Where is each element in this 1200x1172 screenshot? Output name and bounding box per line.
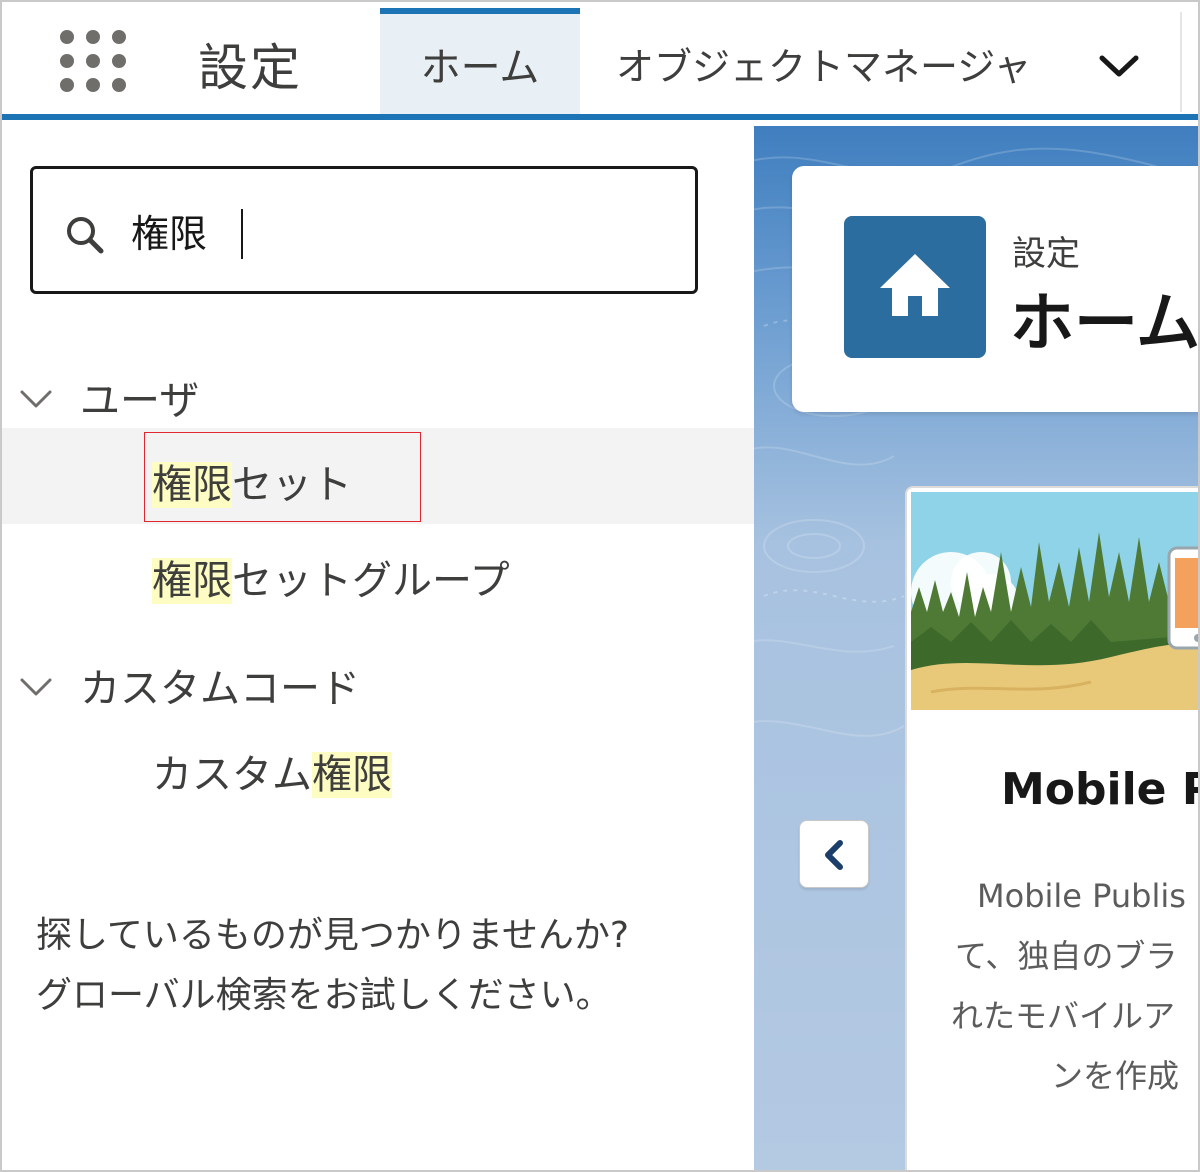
forest-illustration (911, 492, 1198, 710)
nav-item-label-rest: セットグループ (232, 558, 510, 604)
nav-item-label: カスタム権限 (152, 742, 392, 800)
promo-line: Mobile Publis (977, 877, 1186, 915)
nav-item-custom-permissions[interactable]: カスタム権限 (2, 718, 754, 814)
section-custom-code[interactable]: カスタムコード (2, 648, 754, 718)
page-header-card: 設定 ホーム (792, 166, 1200, 412)
promo-description: Mobile Publis て、独自のブラ れたモバイルア ンを作成 (951, 866, 1198, 1106)
tab-home[interactable]: ホーム (380, 8, 580, 114)
section-users-label: ユーザ (80, 378, 200, 424)
promo-line: て、独自のブラ (955, 937, 1178, 975)
chevron-down-icon (20, 678, 52, 696)
app-title: 設定 (198, 39, 302, 97)
no-results-help: 探しているものが見つかりませんか? グローバル検索をお試しください。 (36, 906, 736, 1026)
help-line-1: 探しているものが見つかりませんか? (36, 915, 629, 956)
house-icon (880, 254, 950, 316)
mobile-publisher-card: Mobile P Mobile Publis て、独自のブラ れたモバイルア ン… (905, 486, 1200, 1170)
nav-divider (1180, 12, 1182, 112)
nav-item-permission-sets[interactable]: 権限セット (2, 428, 754, 524)
search-match-highlight: 権限 (152, 558, 232, 604)
app-launcher-icon[interactable] (60, 30, 126, 92)
promo-title: Mobile P (1001, 764, 1200, 815)
chevron-down-icon[interactable] (1096, 42, 1142, 88)
home-icon (844, 216, 986, 358)
nav-item-label: 権限セットグループ (152, 548, 510, 606)
page-header-eyebrow: 設定 (1012, 234, 1080, 274)
promo-line: れたモバイルア (951, 997, 1176, 1035)
tab-home-label: ホーム (420, 45, 540, 91)
chevron-left-icon (825, 840, 843, 870)
page-title: ホーム (1010, 287, 1200, 361)
global-nav-bar: 設定 ホーム オブジェクトマネージャ (2, 2, 1198, 120)
focus-outline (144, 432, 421, 522)
quick-find-input[interactable] (131, 199, 671, 261)
nav-item-label-prefix: カスタム (152, 752, 312, 798)
section-users[interactable]: ユーザ (2, 360, 754, 430)
help-line-2: グローバル検索をお試しください。 (36, 975, 612, 1016)
tab-object-manager[interactable]: オブジェクトマネージャ (616, 36, 1031, 91)
quick-find-box (30, 166, 698, 294)
search-icon (67, 217, 104, 254)
collapse-panel-button[interactable] (799, 820, 869, 888)
chevron-down-icon (20, 390, 52, 408)
section-custom-code-label: カスタムコード (80, 666, 360, 712)
setup-window: 設定 ホーム オブジェクトマネージャ ユーザ 権限セット (0, 0, 1200, 1172)
promo-line: ンを作成 (1051, 1057, 1180, 1095)
setup-tree-panel: ユーザ 権限セット 権限セットグループ カスタムコード カスタム権限 探している… (2, 126, 754, 1170)
nav-item-permission-set-groups[interactable]: 権限セットグループ (2, 524, 754, 620)
text-caret (241, 209, 243, 259)
search-match-highlight: 権限 (312, 752, 392, 798)
